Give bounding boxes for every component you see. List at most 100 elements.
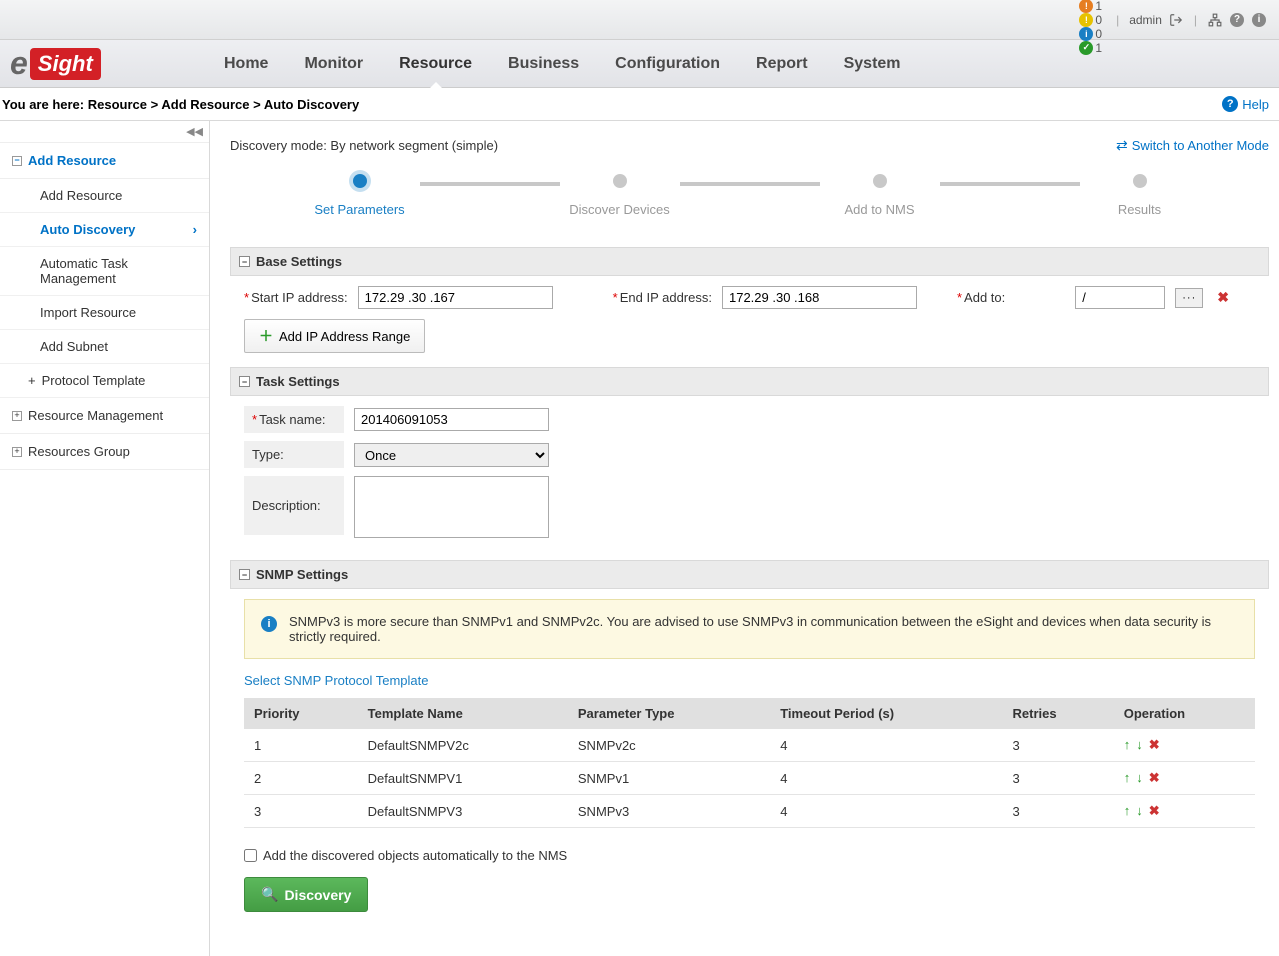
breadcrumb-item[interactable]: Resource: [88, 97, 147, 112]
collapse-icon[interactable]: −: [239, 569, 250, 580]
search-icon: 🔍: [261, 886, 278, 903]
wizard-step: Results: [1080, 174, 1200, 217]
nav-home[interactable]: Home: [220, 41, 272, 87]
table-header: Parameter Type: [568, 698, 770, 729]
sidebar: ◀◀ − Add Resource Add Resource Auto Disc…: [0, 121, 210, 956]
sidebar-group-add-resource[interactable]: − Add Resource: [0, 143, 209, 179]
section-header-snmp: − SNMP Settings: [230, 560, 1269, 589]
breadcrumb-row: You are here: Resource > Add Resource > …: [0, 88, 1279, 121]
switch-mode-link[interactable]: ⇄ Switch to Another Mode: [1116, 137, 1269, 154]
topology-icon[interactable]: [1207, 12, 1223, 28]
main-content: Discovery mode: By network segment (simp…: [210, 121, 1279, 956]
discovery-button[interactable]: 🔍 Discovery: [244, 877, 368, 912]
remove-row-icon[interactable]: ✖: [1217, 289, 1229, 306]
collapse-icon[interactable]: −: [239, 256, 250, 267]
section-header-task: − Task Settings: [230, 367, 1269, 396]
section-header-base: − Base Settings: [230, 247, 1269, 276]
task-name-label: *Task name:: [244, 406, 344, 433]
expand-icon[interactable]: +: [12, 447, 22, 457]
main-nav: Home Monitor Resource Business Configuration…: [180, 41, 905, 87]
nav-resource[interactable]: Resource: [395, 41, 476, 87]
info-icon: i: [261, 616, 277, 632]
snmp-info-box: i SNMPv3 is more secure than SNMPv1 and …: [244, 599, 1255, 659]
move-down-icon[interactable]: ↓: [1136, 770, 1143, 785]
nav-business[interactable]: Business: [504, 41, 583, 87]
collapse-icon[interactable]: −: [239, 376, 250, 387]
delete-icon[interactable]: ✖: [1149, 770, 1160, 785]
nav-configuration[interactable]: Configuration: [611, 41, 724, 87]
sidebar-collapse-icon[interactable]: ◀◀: [0, 121, 209, 143]
start-ip-input[interactable]: [358, 286, 553, 309]
info-icon[interactable]: i: [1251, 12, 1267, 28]
task-desc-label: Description:: [244, 476, 344, 535]
table-header: Priority: [244, 698, 358, 729]
user-name[interactable]: admin: [1129, 13, 1162, 27]
help-icon[interactable]: ?: [1229, 12, 1245, 28]
sidebar-item-auto-task[interactable]: Automatic Task Management: [0, 247, 209, 296]
add-ip-range-button[interactable]: ＋ Add IP Address Range: [244, 319, 425, 353]
sidebar-item-import-resource[interactable]: Import Resource: [0, 296, 209, 330]
wizard-step: Set Parameters: [300, 174, 420, 217]
sidebar-item-auto-discovery[interactable]: Auto Discovery ›: [0, 213, 209, 247]
move-up-icon[interactable]: ↑: [1124, 770, 1131, 785]
move-up-icon[interactable]: ↑: [1124, 737, 1131, 752]
add-to-input[interactable]: [1075, 286, 1165, 309]
start-ip-label: *Start IP address:: [244, 290, 348, 305]
select-snmp-template-link[interactable]: Select SNMP Protocol Template: [244, 673, 429, 688]
snmp-info-text: SNMPv3 is more secure than SNMPv1 and SN…: [289, 614, 1238, 644]
sidebar-item-protocol-template[interactable]: + Protocol Template: [0, 364, 209, 398]
nav-monitor[interactable]: Monitor: [300, 41, 367, 87]
task-name-input[interactable]: [354, 408, 549, 431]
breadcrumb-prefix: You are here:: [2, 97, 84, 112]
table-row: 1DefaultSNMPV2cSNMPv2c43↑↓✖: [244, 729, 1255, 762]
expand-icon[interactable]: +: [28, 373, 36, 388]
move-down-icon[interactable]: ↓: [1136, 803, 1143, 818]
auto-add-checkbox[interactable]: [244, 849, 257, 862]
sidebar-group-resources-group[interactable]: + Resources Group: [0, 434, 209, 470]
help-icon: ?: [1222, 96, 1238, 112]
table-header: Retries: [1003, 698, 1114, 729]
move-down-icon[interactable]: ↓: [1136, 737, 1143, 752]
table-header: Template Name: [358, 698, 568, 729]
snmp-table: PriorityTemplate NameParameter TypeTimeo…: [244, 698, 1255, 828]
separator: |: [1194, 13, 1197, 27]
plus-icon: ＋: [259, 326, 273, 346]
delete-icon[interactable]: ✖: [1149, 737, 1160, 752]
wizard-step: Add to NMS: [820, 174, 940, 217]
nav-system[interactable]: System: [840, 41, 905, 87]
end-ip-input[interactable]: [722, 286, 917, 309]
sidebar-item-add-resource[interactable]: Add Resource: [0, 179, 209, 213]
status-badge[interactable]: ✓1: [1079, 41, 1102, 55]
breadcrumb-current: Auto Discovery: [264, 97, 359, 112]
collapse-icon[interactable]: −: [12, 156, 22, 166]
sidebar-group-resource-management[interactable]: + Resource Management: [0, 398, 209, 434]
task-type-select[interactable]: Once: [354, 443, 549, 467]
chevron-right-icon: ›: [193, 222, 197, 237]
expand-icon[interactable]: +: [12, 411, 22, 421]
add-to-label: *Add to:: [957, 290, 1005, 305]
move-up-icon[interactable]: ↑: [1124, 803, 1131, 818]
auto-add-label: Add the discovered objects automatically…: [263, 848, 567, 863]
switch-icon: ⇄: [1116, 137, 1128, 154]
discovery-mode-label: Discovery mode: By network segment (simp…: [230, 138, 498, 153]
sidebar-item-add-subnet[interactable]: Add Subnet: [0, 330, 209, 364]
status-badge[interactable]: !1: [1079, 0, 1102, 13]
table-header: Operation: [1114, 698, 1255, 729]
delete-icon[interactable]: ✖: [1149, 803, 1160, 818]
topbar: ⟳1!1!0i0✓1 | admin | ? i: [0, 0, 1279, 40]
add-to-browse-button[interactable]: ···: [1175, 288, 1203, 308]
status-badge[interactable]: !0: [1079, 13, 1102, 27]
nav-report[interactable]: Report: [752, 41, 812, 87]
breadcrumb-item[interactable]: Add Resource: [161, 97, 249, 112]
task-desc-textarea[interactable]: [354, 476, 549, 538]
separator: |: [1116, 13, 1119, 27]
breadcrumb: You are here: Resource > Add Resource > …: [2, 97, 359, 112]
logo[interactable]: eSight: [10, 45, 180, 82]
wizard: Set Parameters Discover Devices Add to NMS…: [270, 174, 1229, 217]
help-link[interactable]: ? Help: [1222, 96, 1269, 112]
table-header: Timeout Period (s): [770, 698, 1002, 729]
end-ip-label: *End IP address:: [613, 290, 712, 305]
status-badge[interactable]: i0: [1079, 27, 1102, 41]
logout-icon[interactable]: [1168, 12, 1184, 28]
wizard-step: Discover Devices: [560, 174, 680, 217]
